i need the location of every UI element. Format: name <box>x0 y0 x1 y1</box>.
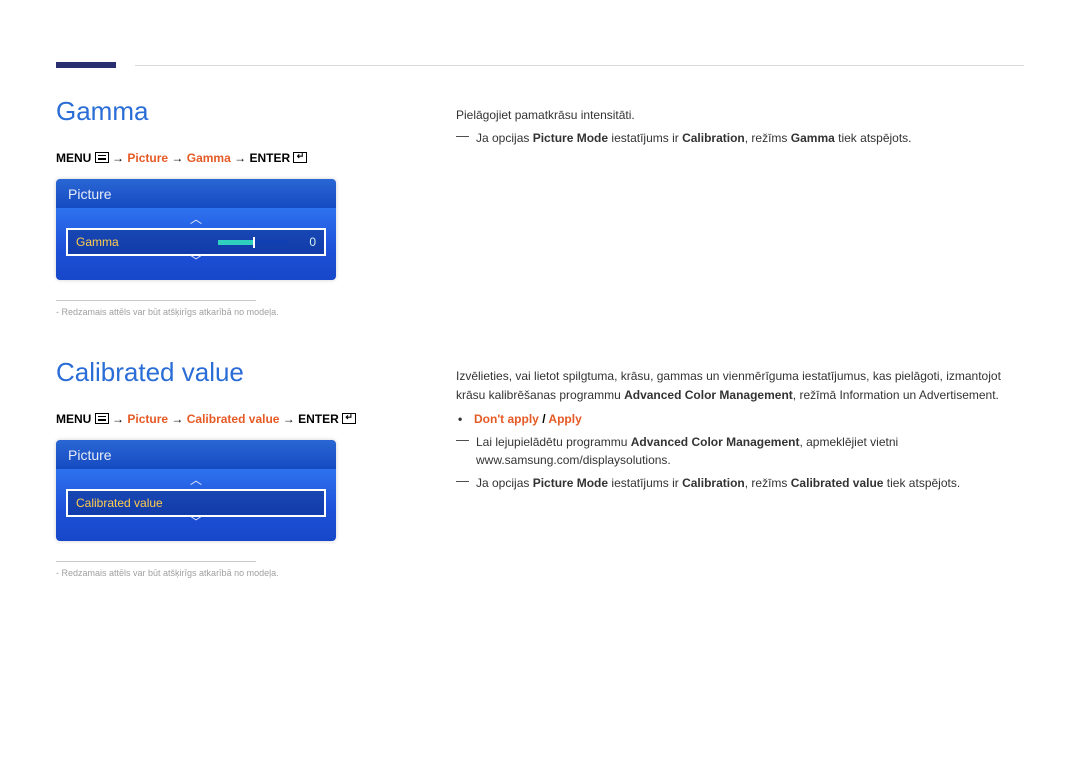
breadcrumb-enter-label: ENTER <box>249 151 290 165</box>
gamma-desc-dash: ― Ja opcijas Picture Mode iestatījums ir… <box>456 129 1024 148</box>
section-calibrated: Calibrated value MENU → Picture → Calibr… <box>56 357 1024 578</box>
arrow-icon: → <box>234 151 249 165</box>
t: Ja opcijas <box>476 476 533 490</box>
arrow-icon: → <box>112 151 127 165</box>
chevron-up-icon[interactable]: ︿ <box>66 475 326 489</box>
chevron-down-icon[interactable]: ﹀ <box>66 256 326 270</box>
chevron-up-icon[interactable]: ︿ <box>66 214 326 228</box>
calibrated-dash2: ― Ja opcijas Picture Mode iestatījums ir… <box>456 474 1024 493</box>
osd-panel-gamma: Picture ︿ Gamma 0 ﹀ <box>56 179 336 280</box>
t: Calibration <box>682 476 745 490</box>
t: Calibration <box>682 131 745 145</box>
breadcrumb-gamma: MENU → Picture → Gamma → ENTER <box>56 151 416 165</box>
section-gamma: Gamma MENU → Picture → Gamma → ENTER Pic… <box>56 96 1024 317</box>
dash-icon: ― <box>456 433 470 470</box>
dash-icon: ― <box>456 129 470 148</box>
t: Gamma <box>791 131 835 145</box>
enter-icon <box>293 152 307 163</box>
osd-row-calibrated[interactable]: Calibrated value <box>66 489 326 517</box>
t: , režīmā Information un Advertisement. <box>793 388 999 402</box>
breadcrumb-menu-label: MENU <box>56 151 91 165</box>
t: , režīms <box>745 131 791 145</box>
calibrated-desc-para: Izvēlieties, vai lietot spilgtuma, krāsu… <box>456 367 1024 404</box>
breadcrumb-item: Gamma <box>187 151 231 165</box>
t: Ja opcijas <box>476 131 533 145</box>
calibrated-dash1: ― Lai lejupielādētu programmu Advanced C… <box>456 433 1024 470</box>
calibrated-options-body: Don't apply / Apply <box>474 410 582 429</box>
osd-row-label: Calibrated value <box>76 496 316 510</box>
section-calibrated-left: Calibrated value MENU → Picture → Calibr… <box>56 357 416 578</box>
page-content: Gamma MENU → Picture → Gamma → ENTER Pic… <box>56 96 1024 618</box>
t: Picture Mode <box>533 131 608 145</box>
breadcrumb-picture: Picture <box>127 151 168 165</box>
t: Advanced Color Management <box>631 435 800 449</box>
osd-body: ︿ Gamma 0 ﹀ <box>56 208 336 280</box>
arrow-icon: → <box>171 151 186 165</box>
breadcrumb-item: Calibrated value <box>187 412 280 426</box>
breadcrumb-enter-label: ENTER <box>298 412 339 426</box>
section-gamma-left: Gamma MENU → Picture → Gamma → ENTER Pic… <box>56 96 416 317</box>
option-apply: Apply <box>548 412 581 426</box>
t: tiek atspējots. <box>883 476 960 490</box>
menu-icon <box>95 413 109 424</box>
breadcrumb-picture: Picture <box>127 412 168 426</box>
osd-row-gamma[interactable]: Gamma 0 <box>66 228 326 256</box>
menu-icon <box>95 152 109 163</box>
option-sep: / <box>539 412 549 426</box>
bullet-icon: • <box>458 410 468 429</box>
calibrated-options: • Don't apply / Apply <box>458 410 1024 429</box>
arrow-icon: → <box>112 412 127 426</box>
section-calibrated-right: Izvēlieties, vai lietot spilgtuma, krāsu… <box>456 357 1024 578</box>
t: iestatījums ir <box>608 476 682 490</box>
divider <box>56 561 256 562</box>
t: Lai lejupielādētu programmu <box>476 435 631 449</box>
breadcrumb-calibrated: MENU → Picture → Calibrated value → ENTE… <box>56 412 416 426</box>
t: Advanced Color Management <box>624 388 793 402</box>
gamma-desc-line1: Pielāgojiet pamatkrāsu intensitāti. <box>456 106 1024 125</box>
gamma-value: 0 <box>296 235 316 249</box>
calibrated-dash2-body: Ja opcijas Picture Mode iestatījums ir C… <box>476 474 1024 493</box>
breadcrumb-menu-label: MENU <box>56 412 91 426</box>
option-dont-apply: Don't apply <box>474 412 539 426</box>
section-title-calibrated: Calibrated value <box>56 357 416 388</box>
gamma-slider[interactable] <box>218 240 288 245</box>
note-gamma: - Redzamais attēls var būt atšķirīgs atk… <box>56 307 416 317</box>
gamma-desc-dash-body: Ja opcijas Picture Mode iestatījums ir C… <box>476 129 1024 148</box>
t: tiek atspējots. <box>835 131 912 145</box>
section-title-gamma: Gamma <box>56 96 416 127</box>
osd-title: Picture <box>56 440 336 469</box>
note-text: Redzamais attēls var būt atšķirīgs atkar… <box>62 568 279 578</box>
osd-title: Picture <box>56 179 336 208</box>
header-accent-bar <box>56 62 116 68</box>
osd-panel-calibrated: Picture ︿ Calibrated value ﹀ <box>56 440 336 541</box>
osd-row-label: Gamma <box>76 235 210 249</box>
enter-icon <box>342 413 356 424</box>
t: iestatījums ir <box>608 131 682 145</box>
t: Calibrated value <box>791 476 884 490</box>
t: , režīms <box>745 476 791 490</box>
divider <box>56 300 256 301</box>
dash-icon: ― <box>456 474 470 493</box>
t: Picture Mode <box>533 476 608 490</box>
calibrated-dash1-body: Lai lejupielādētu programmu Advanced Col… <box>476 433 1024 470</box>
header-rule-line <box>135 65 1024 66</box>
note-calibrated: - Redzamais attēls var būt atšķirīgs atk… <box>56 568 416 578</box>
section-gamma-right: Pielāgojiet pamatkrāsu intensitāti. ― Ja… <box>456 96 1024 317</box>
arrow-icon: → <box>283 412 298 426</box>
note-text: Redzamais attēls var būt atšķirīgs atkar… <box>62 307 279 317</box>
osd-body: ︿ Calibrated value ﹀ <box>56 469 336 541</box>
chevron-down-icon[interactable]: ﹀ <box>66 517 326 531</box>
arrow-icon: → <box>171 412 186 426</box>
